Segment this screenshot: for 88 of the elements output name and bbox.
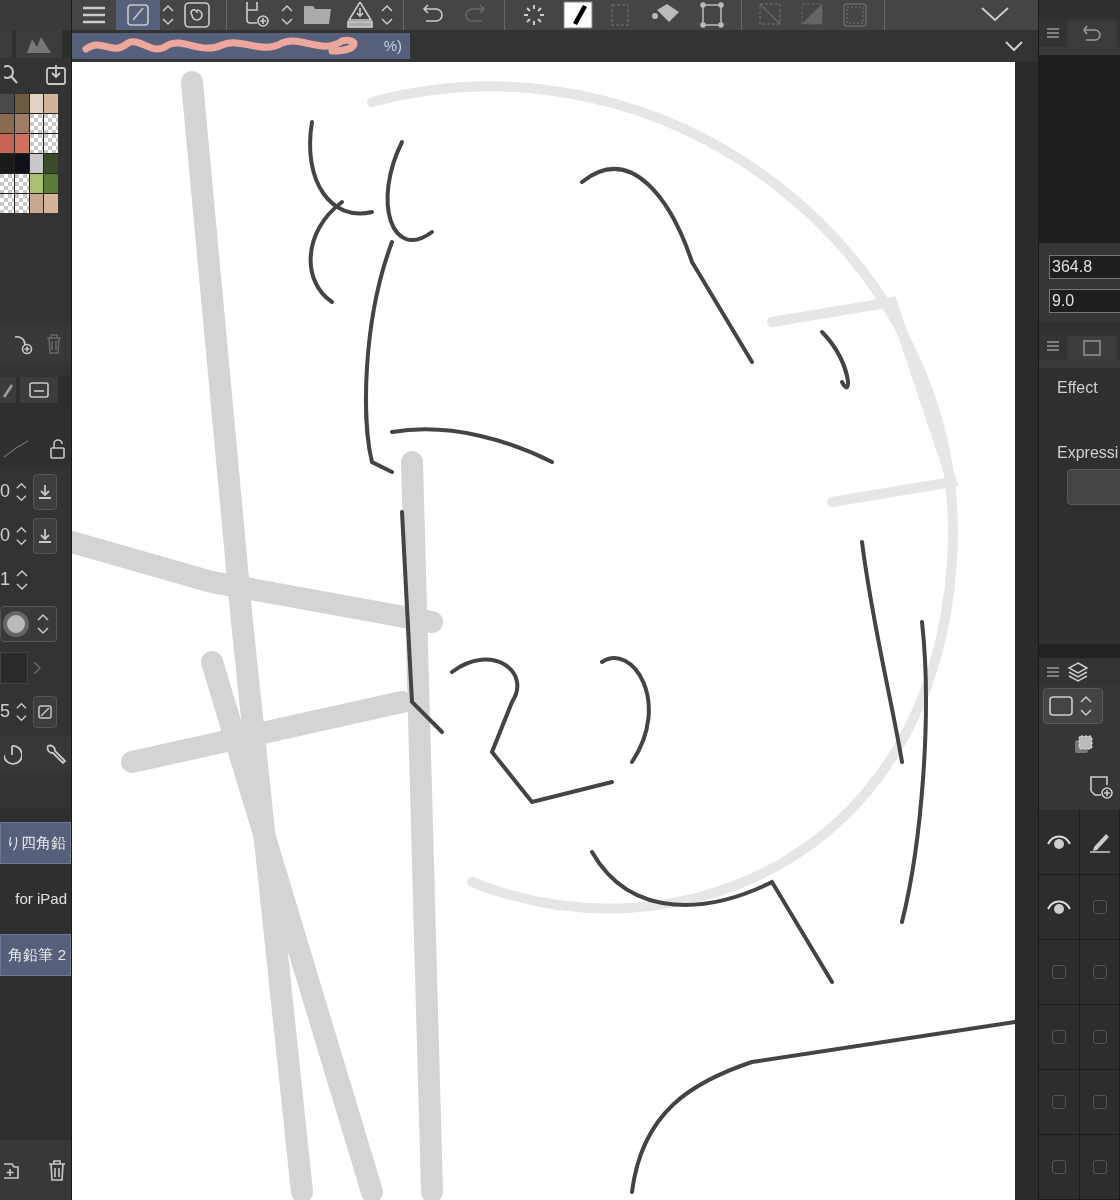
menu-icon[interactable] (1047, 339, 1059, 352)
color-swatch[interactable] (29, 174, 44, 193)
pencil-icon[interactable] (1087, 831, 1112, 854)
color-swatch[interactable] (29, 194, 44, 213)
import-icon[interactable] (45, 64, 67, 86)
sub-tool-item[interactable]: 角鉛筆 2 (0, 934, 71, 976)
color-swatch[interactable] (44, 174, 58, 193)
eye-icon[interactable] (1047, 834, 1071, 851)
edit-checkbox[interactable] (1092, 900, 1107, 915)
zoom-value-field[interactable]: 9.0 (1049, 288, 1120, 313)
unlock-icon[interactable] (49, 439, 67, 459)
menu-icon[interactable] (82, 5, 106, 25)
caret-icon[interactable] (379, 2, 395, 28)
menu-icon[interactable] (1047, 665, 1059, 678)
color-swatch[interactable] (14, 154, 29, 173)
property-value[interactable]: 1 (0, 566, 10, 593)
expression-color-button[interactable] (1067, 468, 1120, 505)
color-well[interactable] (0, 651, 28, 684)
slashed-square-icon (37, 704, 52, 719)
transform-icon[interactable] (699, 2, 725, 28)
color-swatch[interactable] (44, 154, 58, 173)
search-icon[interactable] (4, 65, 20, 85)
color-swatch[interactable] (0, 134, 14, 153)
sub-tool-item[interactable]: り四角鉛 (0, 822, 71, 864)
property-value[interactable]: 0 (0, 478, 10, 505)
property-value[interactable]: 0 (0, 522, 10, 549)
eye-icon[interactable] (1047, 899, 1071, 916)
edit-checkbox[interactable] (1092, 1030, 1107, 1045)
panel-tab[interactable] (0, 377, 16, 403)
color-swatch[interactable] (29, 94, 44, 113)
loading-icon[interactable] (521, 3, 547, 27)
trash-icon[interactable] (47, 1158, 67, 1182)
color-swatch[interactable] (0, 154, 14, 173)
menu-icon[interactable] (1047, 27, 1059, 40)
add-color-icon[interactable] (15, 333, 33, 355)
color-swatch[interactable] (0, 114, 14, 133)
visibility-checkbox[interactable] (1052, 965, 1066, 980)
edit-checkbox[interactable] (1092, 965, 1107, 980)
round-tip-icon (1, 608, 31, 639)
wrench-icon[interactable] (45, 743, 67, 765)
panel-tab[interactable] (16, 30, 62, 58)
gauge-icon[interactable] (4, 743, 22, 765)
edit-checkbox[interactable] (1092, 1095, 1107, 1110)
download-icon (36, 482, 53, 501)
caret-icon[interactable] (279, 2, 295, 28)
default-button[interactable] (32, 473, 57, 510)
section-label: Expressi (1057, 442, 1119, 463)
color-swatch[interactable] (44, 194, 58, 213)
new-file-icon[interactable] (243, 2, 271, 28)
square-icon (1048, 695, 1074, 718)
copy-layer-icon[interactable] (1073, 733, 1095, 756)
new-layer-icon[interactable] (1087, 773, 1113, 800)
folder-icon[interactable] (303, 4, 333, 26)
panel-tab[interactable] (20, 377, 58, 403)
spiral-icon[interactable] (184, 2, 210, 28)
brush-curve-icon (4, 439, 28, 459)
caret-icon[interactable] (160, 2, 176, 28)
download-icon (36, 526, 53, 545)
layers-icon[interactable] (1067, 660, 1089, 683)
property-value[interactable]: 5 (0, 698, 10, 725)
section-label: Effect (1057, 377, 1098, 398)
image-icon (1082, 338, 1102, 357)
edit-checkbox[interactable] (1092, 1160, 1107, 1175)
visibility-checkbox[interactable] (1052, 1095, 1066, 1110)
mountain-icon (27, 35, 51, 53)
panel-tab[interactable] (1067, 335, 1117, 360)
panel-tab[interactable] (1067, 21, 1117, 48)
color-swatch[interactable] (44, 94, 58, 113)
panel-icon (29, 382, 49, 398)
color-swatch[interactable] (14, 94, 29, 113)
pen-color-icon[interactable] (563, 1, 593, 29)
chevron-down-icon[interactable] (1004, 39, 1024, 53)
zoom-value-field[interactable]: 364.8 (1049, 254, 1120, 279)
color-swatch[interactable] (14, 134, 29, 153)
active-tool-button[interactable] (116, 0, 160, 30)
default-button[interactable] (32, 517, 57, 554)
visibility-checkbox[interactable] (1052, 1030, 1066, 1045)
export-icon[interactable] (345, 2, 375, 28)
chevron-down-icon[interactable] (980, 6, 1010, 24)
color-swatch[interactable] (29, 154, 44, 173)
pressure-button[interactable] (32, 695, 57, 728)
color-swatch[interactable] (14, 114, 29, 133)
brush-tip-field[interactable] (0, 605, 57, 642)
blend-mode-select[interactable] (1043, 688, 1103, 725)
visibility-checkbox[interactable] (1052, 1160, 1066, 1175)
color-swatch[interactable] (0, 94, 14, 113)
pen-square-icon (126, 3, 150, 27)
brush-icon (3, 382, 13, 398)
